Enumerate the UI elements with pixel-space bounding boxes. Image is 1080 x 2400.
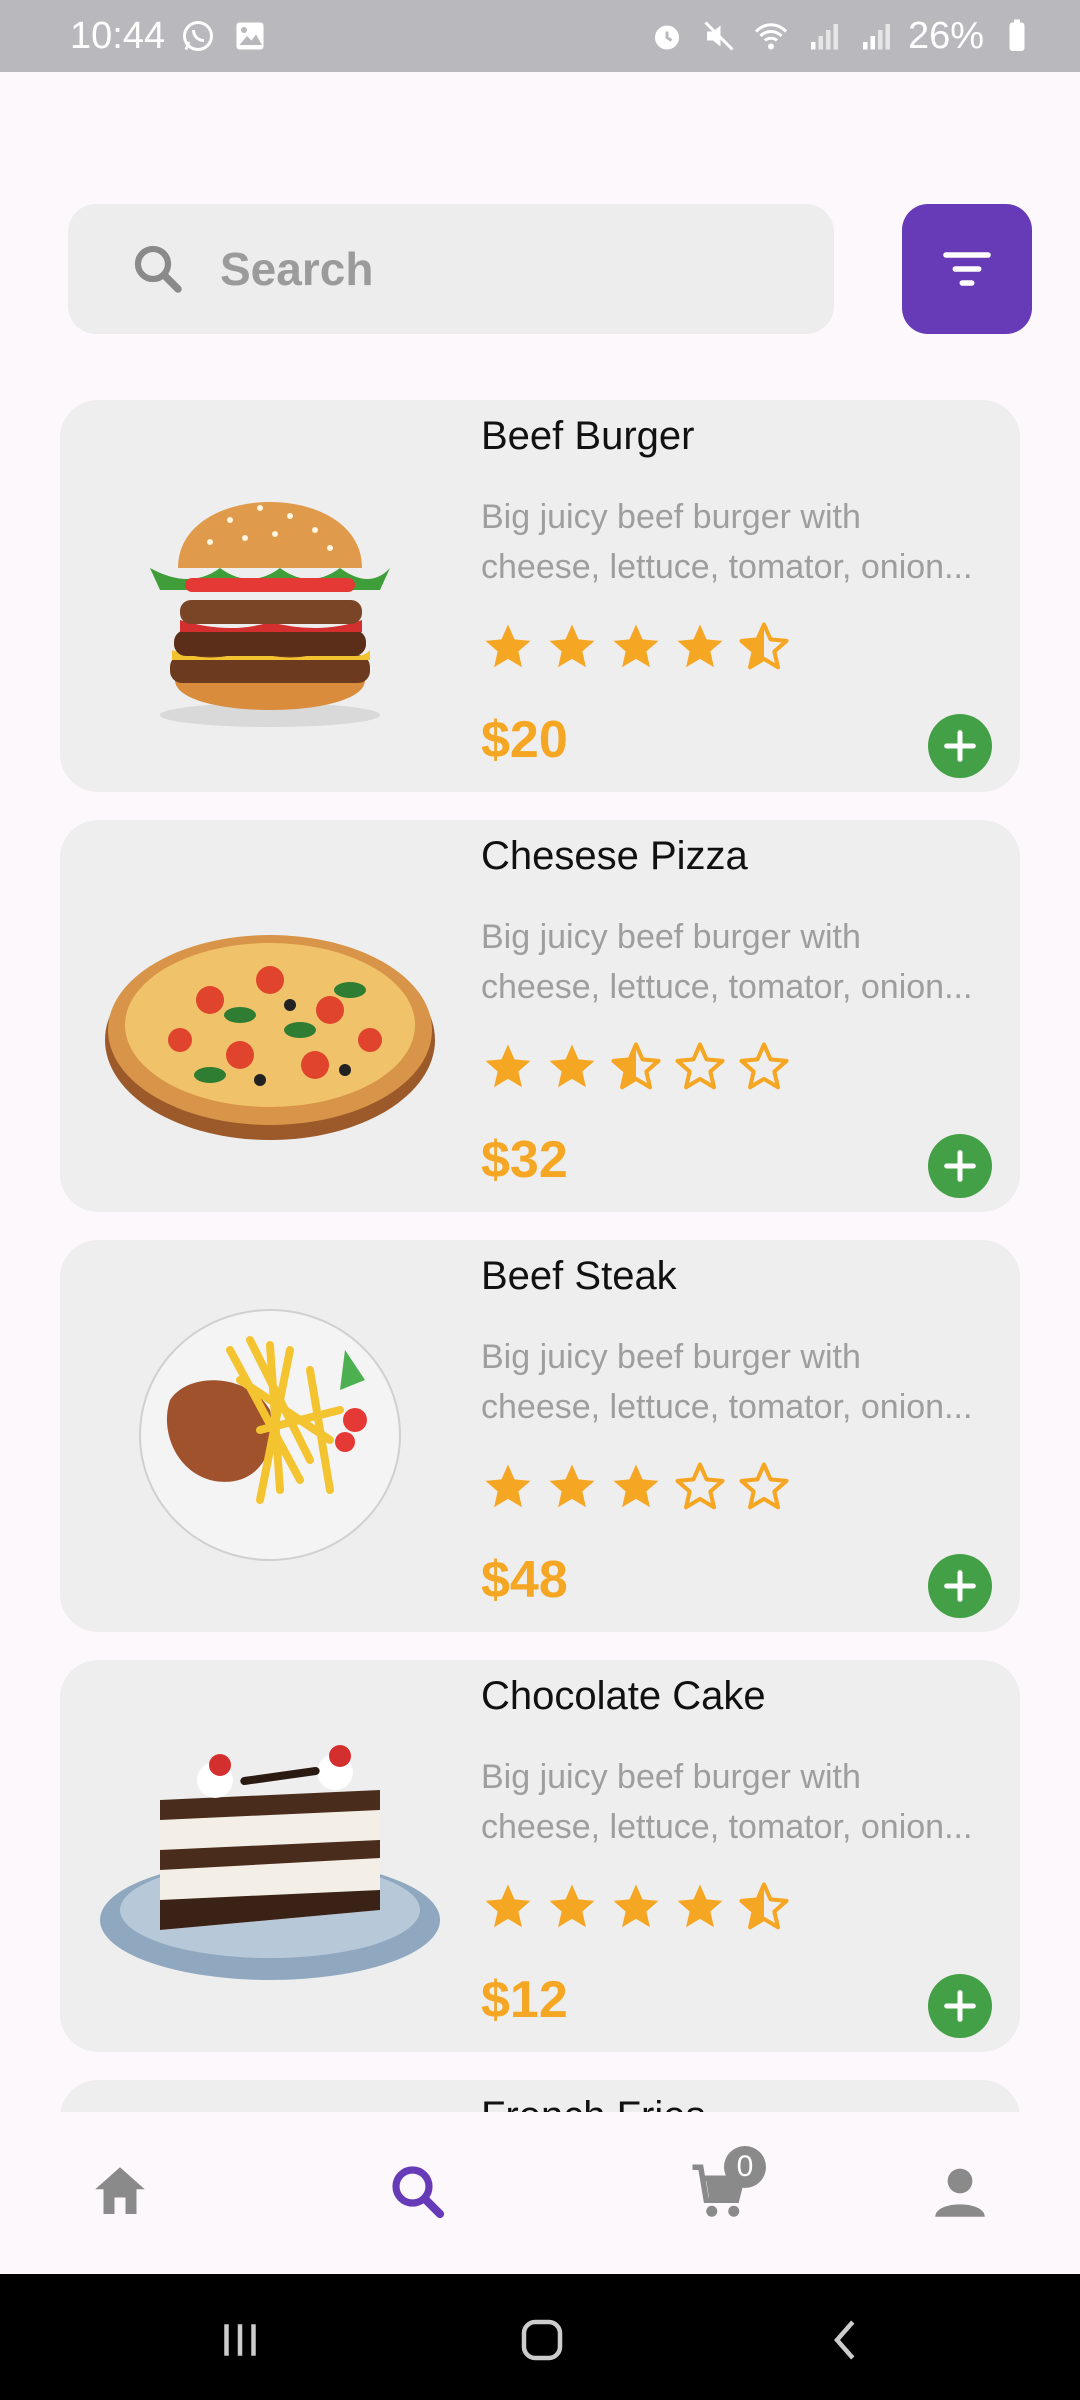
filter-icon xyxy=(939,241,995,297)
filter-button[interactable] xyxy=(902,204,1032,334)
signal-icon xyxy=(856,17,894,55)
cart-count-badge: 0 xyxy=(724,2146,766,2188)
nav-home[interactable] xyxy=(80,2152,160,2232)
star-outline-icon xyxy=(739,1042,789,1090)
nav-search[interactable] xyxy=(378,2152,458,2232)
food-description: Big juicy beef burger with cheese, lettu… xyxy=(481,918,973,1006)
status-time: 10:44 xyxy=(70,14,166,57)
status-bar: 10:44 26% xyxy=(0,0,1080,72)
food-price: $32 xyxy=(481,1131,568,1189)
wifi-icon xyxy=(752,17,790,55)
food-price: $20 xyxy=(481,711,568,769)
food-card[interactable]: Chocolate Cake Big juicy beef burger wit… xyxy=(60,1660,1020,2052)
star-filled-icon xyxy=(549,1464,595,1508)
add-to-cart-button[interactable] xyxy=(928,1134,992,1198)
food-card[interactable]: Beef Steak Big juicy beef burger with ch… xyxy=(60,1240,1020,1632)
food-list[interactable]: Beef Burger Big juicy beef burger with c… xyxy=(0,400,1080,2112)
plus-icon xyxy=(940,1566,980,1606)
back-icon xyxy=(819,2313,873,2367)
signal-icon xyxy=(804,17,842,55)
battery-percent: 26% xyxy=(907,14,984,57)
plus-icon xyxy=(940,1146,980,1186)
steak-image xyxy=(139,1309,401,1561)
burger-image xyxy=(150,502,390,727)
star-filled-icon xyxy=(613,1464,659,1508)
food-name: Beef Steak xyxy=(481,1254,677,1298)
rating-stars xyxy=(481,1460,791,1514)
food-name: Chesese Pizza xyxy=(481,834,748,878)
star-filled-icon xyxy=(677,1884,723,1928)
pizza-image xyxy=(105,935,435,1140)
food-name: Beef Burger xyxy=(481,414,695,458)
search-icon xyxy=(128,239,188,299)
star-filled-icon xyxy=(549,1044,595,1088)
star-filled-icon xyxy=(485,1884,531,1928)
food-card[interactable]: Chesese Pizza Big juicy beef burger with… xyxy=(60,820,1020,1212)
star-outline-icon xyxy=(675,1462,725,1510)
system-navigation-bar xyxy=(0,2274,1080,2400)
star-half-icon xyxy=(739,1882,789,1930)
add-to-cart-button[interactable] xyxy=(928,1974,992,2038)
star-filled-icon xyxy=(549,624,595,668)
recents-icon xyxy=(213,2313,267,2367)
home-icon xyxy=(515,2313,569,2367)
food-price: $12 xyxy=(481,1971,568,2029)
mute-icon xyxy=(700,17,738,55)
search-icon xyxy=(385,2159,451,2225)
whatsapp-icon xyxy=(179,17,217,55)
home-button[interactable] xyxy=(512,2310,572,2370)
food-card[interactable]: Beef Burger Big juicy beef burger with c… xyxy=(60,400,1020,792)
rating-stars xyxy=(481,1880,791,1934)
recents-button[interactable] xyxy=(210,2310,270,2370)
star-outline-icon xyxy=(739,1462,789,1510)
plus-icon xyxy=(940,1986,980,2026)
food-description: Big juicy beef burger with cheese, lettu… xyxy=(481,498,973,586)
food-card[interactable]: French Fries xyxy=(60,2080,1020,2112)
plus-icon xyxy=(940,726,980,766)
nav-cart[interactable]: 0 xyxy=(680,2146,766,2232)
home-icon xyxy=(87,2159,153,2225)
add-to-cart-button[interactable] xyxy=(928,714,992,778)
bottom-navigation: 0 xyxy=(0,2112,1080,2274)
food-description: Big juicy beef burger with cheese, lettu… xyxy=(481,1338,973,1426)
battery-icon xyxy=(998,17,1036,55)
star-half-icon xyxy=(739,622,789,670)
star-filled-icon xyxy=(613,1884,659,1928)
alarm-icon xyxy=(648,17,686,55)
star-filled-icon xyxy=(677,624,723,668)
search-box[interactable] xyxy=(68,204,834,334)
star-half-icon xyxy=(611,1042,661,1090)
star-filled-icon xyxy=(485,1044,531,1088)
food-name: French Fries xyxy=(481,2094,706,2112)
star-outline-icon xyxy=(675,1042,725,1090)
star-filled-icon xyxy=(485,1464,531,1508)
nav-profile[interactable] xyxy=(920,2152,1000,2232)
back-button[interactable] xyxy=(816,2310,876,2370)
cake-image xyxy=(100,1745,440,1980)
star-filled-icon xyxy=(549,1884,595,1928)
gallery-icon xyxy=(231,17,269,55)
food-description: Big juicy beef burger with cheese, lettu… xyxy=(481,1758,973,1846)
search-input[interactable] xyxy=(220,242,780,296)
star-filled-icon xyxy=(485,624,531,668)
food-price: $48 xyxy=(481,1551,568,1609)
add-to-cart-button[interactable] xyxy=(928,1554,992,1618)
star-filled-icon xyxy=(613,624,659,668)
person-icon xyxy=(927,2159,993,2225)
rating-stars xyxy=(481,620,791,674)
rating-stars xyxy=(481,1040,791,1094)
food-name: Chocolate Cake xyxy=(481,1674,766,1718)
